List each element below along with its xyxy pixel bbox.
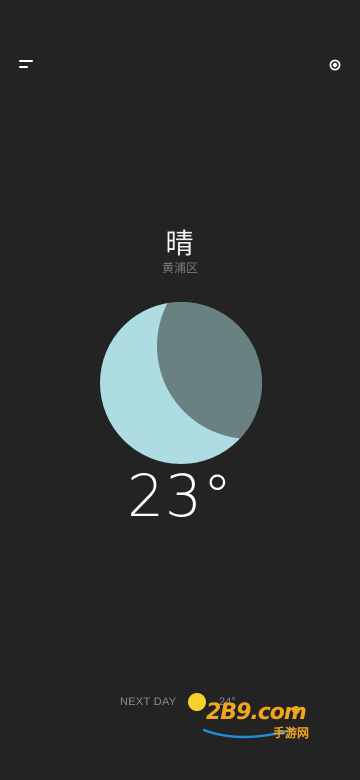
menu-button[interactable] <box>14 55 40 75</box>
district-name: 黄浦区 <box>161 261 198 275</box>
weather-condition: 晴 <box>165 227 195 260</box>
weather-screen: 晴 黄浦区 23° NEXT DAY 24° 2B9.com 手游网 <box>0 0 360 780</box>
crescent-moon-icon <box>100 302 262 464</box>
current-temperature: 23° <box>127 462 233 530</box>
watermark-text: 2B9.com <box>206 700 307 725</box>
watermark-subtext: 手游网 <box>273 726 310 740</box>
location-button[interactable] <box>324 54 346 76</box>
target-icon <box>329 59 341 71</box>
next-day-label: NEXT DAY <box>120 696 177 708</box>
